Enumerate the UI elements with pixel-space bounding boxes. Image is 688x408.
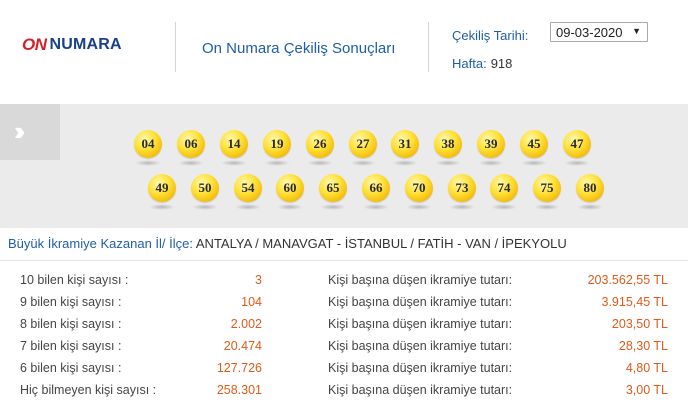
on-numara-logo[interactable]: ON NUMARA [22, 35, 122, 55]
prize-amount: 4,80 TL [625, 361, 668, 375]
prize-amount: 203,50 TL [611, 317, 668, 331]
page-title: On Numara Çekiliş Sonuçları [202, 40, 396, 57]
winner-count: 20.474 [223, 339, 262, 353]
prize-amount: 28,30 TL [618, 339, 668, 353]
prize-label: Kişi başına düşen ikramiye tutarı: [328, 317, 513, 331]
ball-shadow [277, 204, 303, 210]
header-divider [175, 22, 176, 72]
winner-count: 104 [241, 295, 262, 309]
result-row: Hiç bilmeyen kişi sayısı : 258.301 Kişi … [0, 383, 688, 405]
ball-shadow [435, 160, 461, 166]
match-count-label: 8 bilen kişi sayısı : [20, 317, 122, 331]
draw-date-label: Çekiliş Tarihi: [452, 28, 529, 43]
lottery-ball: 74 [490, 174, 518, 202]
prize-label: Kişi başına düşen ikramiye tutarı: [328, 295, 513, 309]
prize-amount: 3,00 TL [625, 383, 668, 397]
header-divider-right [428, 22, 429, 72]
ball-shadow [534, 204, 560, 210]
ball-shadow [406, 204, 432, 210]
lottery-ball: 75 [533, 174, 561, 202]
ball-shadow [577, 204, 603, 210]
match-count-label: 6 bilen kişi sayısı : [20, 361, 122, 375]
ball-shadow [449, 204, 475, 210]
ball-shadow [178, 160, 204, 166]
lottery-ball: 80 [576, 174, 604, 202]
lottery-ball: 04 [134, 130, 162, 158]
header: ON NUMARA On Numara Çekiliş Sonuçları Çe… [0, 0, 688, 104]
ball-shadow [392, 160, 418, 166]
previous-draw-tab[interactable]: ›› [0, 104, 60, 160]
ball-shadow [320, 204, 346, 210]
lottery-ball: 73 [448, 174, 476, 202]
ball-shadow [307, 160, 333, 166]
double-chevron-right-icon: ›› [14, 116, 26, 146]
ball-shadow [521, 160, 547, 166]
lottery-ball: 49 [148, 174, 176, 202]
lottery-ball: 65 [319, 174, 347, 202]
week-info: Hafta: 918 [452, 56, 512, 71]
result-row: 8 bilen kişi sayısı : 2.002 Kişi başına … [0, 317, 688, 339]
prize-label: Kişi başına düşen ikramiye tutarı: [328, 273, 513, 287]
left-tab-spacer [0, 160, 60, 228]
winner-count: 3 [255, 273, 262, 287]
winner-count: 127.726 [216, 361, 262, 375]
divider [0, 260, 688, 261]
lottery-ball: 39 [477, 130, 505, 158]
draw-date-select[interactable]: 09-03-2020 ▼ [550, 22, 648, 42]
prize-label: Kişi başına düşen ikramiye tutarı: [328, 339, 513, 353]
ball-shadow [363, 204, 389, 210]
lottery-ball: 31 [391, 130, 419, 158]
jackpot-winners: Büyük İkramiye Kazanan İl/ İlçe: ANTALYA… [8, 236, 567, 251]
result-row: 7 bilen kişi sayısı : 20.474 Kişi başına… [0, 339, 688, 361]
match-count-label: 10 bilen kişi sayısı : [20, 273, 129, 287]
lottery-ball: 47 [563, 130, 591, 158]
ball-shadow [221, 160, 247, 166]
lottery-ball: 54 [234, 174, 262, 202]
ball-shadow [135, 160, 161, 166]
ball-shadow [149, 204, 175, 210]
ball-shadow [350, 160, 376, 166]
lottery-ball: 66 [362, 174, 390, 202]
winner-count: 258.301 [216, 383, 262, 397]
result-row: 6 bilen kişi sayısı : 127.726 Kişi başın… [0, 361, 688, 383]
ball-shadow [235, 204, 261, 210]
lottery-ball: 27 [349, 130, 377, 158]
result-row: 10 bilen kişi sayısı : 3 Kişi başına düş… [0, 273, 688, 295]
logo-numara-text: NUMARA [49, 36, 122, 53]
lottery-ball: 60 [276, 174, 304, 202]
jackpot-winners-label: Büyük İkramiye Kazanan İl/ İlçe: [8, 236, 193, 251]
triangle-down-icon: ▼ [632, 26, 641, 36]
lottery-ball: 70 [405, 174, 433, 202]
ball-shadow [564, 160, 590, 166]
ball-shadow [192, 204, 218, 210]
match-count-label: 9 bilen kişi sayısı : [20, 295, 122, 309]
jackpot-winners-value: ANTALYA / MANAVGAT - İSTANBUL / FATİH - … [195, 236, 567, 251]
lottery-ball: 06 [177, 130, 205, 158]
ball-shadow [264, 160, 290, 166]
week-value: 918 [490, 56, 513, 71]
lottery-ball: 45 [520, 130, 548, 158]
draw-date-value: 09-03-2020 [556, 24, 623, 40]
result-row: 9 bilen kişi sayısı : 104 Kişi başına dü… [0, 295, 688, 317]
prize-amount: 3.915,45 TL [601, 295, 669, 309]
lottery-ball: 19 [263, 130, 291, 158]
lottery-ball: 38 [434, 130, 462, 158]
prize-label: Kişi başına düşen ikramiye tutarı: [328, 383, 513, 397]
prize-amount: 203.562,55 TL [587, 273, 668, 287]
lottery-ball: 14 [220, 130, 248, 158]
drawn-numbers-band: ›› 04 06 14 19 26 27 31 38 39 45 47 49 50 54 60 65 66 70 7… [0, 104, 688, 228]
match-count-label: 7 bilen kişi sayısı : [20, 339, 122, 353]
lottery-ball: 26 [306, 130, 334, 158]
ball-shadow [478, 160, 504, 166]
prize-label: Kişi başına düşen ikramiye tutarı: [328, 361, 513, 375]
ball-shadow [491, 204, 517, 210]
lottery-ball: 50 [191, 174, 219, 202]
winner-count: 2.002 [230, 317, 262, 331]
week-label: Hafta: [452, 56, 487, 71]
logo-on-text: ON [22, 35, 47, 54]
match-count-label: Hiç bilmeyen kişi sayısı : [20, 383, 157, 397]
